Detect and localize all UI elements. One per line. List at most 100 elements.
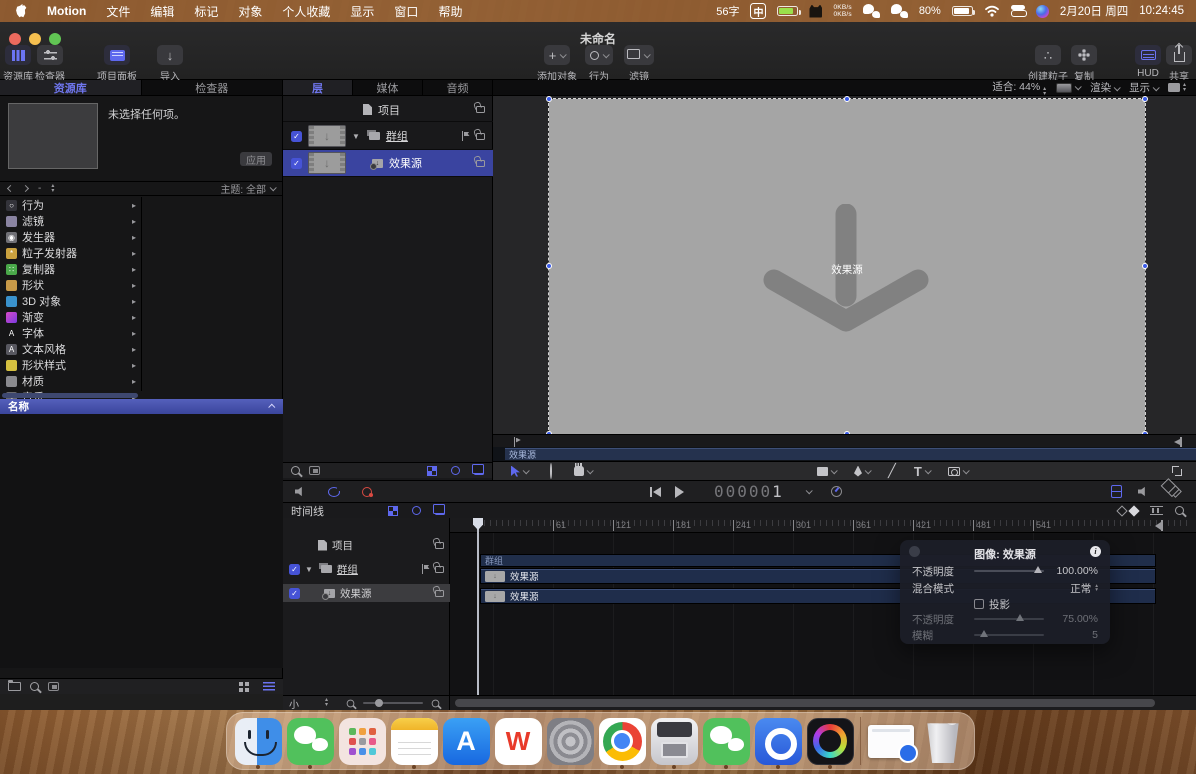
play-button[interactable] xyxy=(675,486,684,498)
library-toolbar-button[interactable]: 资源库 xyxy=(0,45,36,83)
selection-handle[interactable] xyxy=(1142,263,1148,269)
apple-menu-icon[interactable] xyxy=(14,4,27,19)
disclosure-triangle-icon[interactable]: ▼ xyxy=(352,132,360,141)
disclosure-right-icon[interactable]: ▸ xyxy=(132,201,136,210)
lock-icon[interactable] xyxy=(476,106,485,113)
minimize-window-button[interactable] xyxy=(29,33,41,45)
dock-app-store[interactable] xyxy=(440,712,492,770)
disclosure-right-icon[interactable]: ▸ xyxy=(132,361,136,370)
disclosure-right-icon[interactable]: ▸ xyxy=(132,345,136,354)
opacity-slider[interactable] xyxy=(974,570,1044,572)
selection-handle[interactable] xyxy=(546,431,552,434)
selection-handle[interactable] xyxy=(844,431,850,434)
fullscreen-icon[interactable] xyxy=(1172,466,1182,476)
channel-control[interactable]: ▴▾ xyxy=(1168,83,1186,93)
bezier-tool[interactable] xyxy=(854,466,870,477)
filters-button[interactable]: 滤镜 xyxy=(617,45,661,83)
menu-item-2[interactable]: 编辑 xyxy=(150,3,174,20)
record-icon[interactable] xyxy=(362,487,372,497)
timeline-zoom-icon[interactable] xyxy=(1175,506,1184,515)
show-keyframes-icon[interactable] xyxy=(1111,485,1122,498)
timeline-zoom-slider[interactable] xyxy=(363,702,423,704)
blend-mode-menu[interactable]: 正常 ▴▾ xyxy=(1070,581,1098,596)
menu-item-1[interactable]: 文件 xyxy=(106,3,130,20)
show-filters-icon[interactable] xyxy=(474,467,484,475)
disclosure-right-icon[interactable]: ▸ xyxy=(132,249,136,258)
lock-icon[interactable] xyxy=(435,542,444,549)
add-object-button[interactable]: + 添加对象 xyxy=(533,45,581,83)
theme-filter-menu[interactable]: 主题: 全部 xyxy=(220,181,275,196)
back-icon[interactable] xyxy=(7,185,14,192)
project-pane-toolbar-button[interactable]: 项目面板 xyxy=(94,45,140,83)
timeline-row-group[interactable]: ▼ 群组 xyxy=(283,560,450,578)
network-speed-status[interactable]: 0KB/s 0KB/s xyxy=(833,4,851,19)
zoom-window-button[interactable] xyxy=(49,33,61,45)
drop-shadow-checkbox[interactable] xyxy=(974,599,984,609)
go-to-start-button[interactable] xyxy=(650,487,661,497)
rectangle-tool[interactable] xyxy=(817,467,836,476)
show-behaviors-icon[interactable] xyxy=(451,466,460,475)
control-center-icon[interactable] xyxy=(1011,5,1025,17)
timeline-row-project[interactable]: 项目 xyxy=(283,536,450,554)
disclosure-right-icon[interactable]: ▸ xyxy=(132,297,136,306)
dock-wechat[interactable] xyxy=(284,712,336,770)
close-window-button[interactable] xyxy=(9,33,21,45)
selection-handle[interactable] xyxy=(546,96,552,102)
new-folder-icon[interactable] xyxy=(8,682,21,691)
flipbook-icon[interactable] xyxy=(1169,485,1182,498)
timeline-row-effect-source[interactable]: ↓ 效果源 xyxy=(283,584,450,602)
search-icon[interactable] xyxy=(291,466,300,475)
group-checkbox[interactable] xyxy=(291,131,302,142)
siri-icon[interactable] xyxy=(1036,5,1049,18)
flag-icon[interactable] xyxy=(421,564,430,574)
show-filters-icon[interactable] xyxy=(435,507,445,515)
battery-charging-icon[interactable] xyxy=(777,6,798,16)
chevron-down-icon[interactable] xyxy=(805,487,812,494)
canvas-mini-timeline[interactable]: 效果源 xyxy=(493,447,1196,461)
layer-row-effect-source[interactable]: ↓ ↓ 效果源 xyxy=(283,150,493,177)
mini-timeline-effect-bar[interactable]: 效果源 xyxy=(505,448,1196,460)
inspector-toolbar-button[interactable]: 检查器 xyxy=(32,45,68,83)
timeline-scrollbar[interactable] xyxy=(450,695,1196,710)
selection-handle[interactable] xyxy=(1142,96,1148,102)
search-icon[interactable] xyxy=(30,682,39,691)
menu-item-3[interactable]: 标记 xyxy=(194,3,218,20)
play-range-marker-icon[interactable] xyxy=(514,437,522,447)
slider-thumb[interactable] xyxy=(1016,614,1024,621)
tab-inspector[interactable]: 检查器 xyxy=(142,80,284,95)
menu-item-8[interactable]: 帮助 xyxy=(438,3,462,20)
disclosure-right-icon[interactable]: ▸ xyxy=(132,313,136,322)
selection-handle[interactable] xyxy=(1142,431,1148,434)
share-button[interactable]: 共享 xyxy=(1163,45,1195,83)
trim-icon[interactable] xyxy=(1150,506,1163,515)
effect-checkbox[interactable] xyxy=(289,588,300,599)
make-particles-button[interactable]: ∴ 创建粒子 xyxy=(1024,45,1072,83)
menu-item-7[interactable]: 窗口 xyxy=(394,3,418,20)
timeline-ruler[interactable]: 61121181241301361421481541 xyxy=(450,518,1196,533)
disclosure-triangle-icon[interactable]: ▼ xyxy=(305,565,313,574)
track-size-menu[interactable]: 小 xyxy=(289,696,299,711)
tab-audio[interactable]: 音频 xyxy=(423,80,493,95)
zoom-level-control[interactable]: 适合: 44% ▴▾ xyxy=(992,79,1046,97)
dock-finder[interactable] xyxy=(232,712,284,770)
project-end-marker-icon[interactable] xyxy=(1155,520,1163,531)
dock-system-settings[interactable] xyxy=(544,712,596,770)
selection-handle[interactable] xyxy=(546,263,552,269)
text-tool[interactable]: T xyxy=(914,464,930,479)
disclosure-right-icon[interactable]: ▸ xyxy=(132,377,136,386)
scrollbar-thumb[interactable] xyxy=(455,699,1155,707)
keyframe-filled-icon[interactable] xyxy=(1128,505,1139,516)
input-method-icon[interactable]: 中 xyxy=(750,3,766,19)
tab-layers[interactable]: 层 xyxy=(283,80,353,95)
layer-row-project[interactable]: 项目 xyxy=(283,98,493,122)
preview-toggle-icon[interactable] xyxy=(48,682,59,691)
lock-icon[interactable] xyxy=(476,160,485,167)
library-scrollbar[interactable] xyxy=(2,393,138,398)
disclosure-right-icon[interactable]: ▸ xyxy=(132,265,136,274)
canvas-stage[interactable]: 效果源 xyxy=(549,99,1145,434)
render-menu[interactable]: 渲染 xyxy=(1090,80,1119,95)
playhead[interactable] xyxy=(477,518,479,695)
dock-notes[interactable] xyxy=(388,712,440,770)
disclosure-right-icon[interactable]: ▸ xyxy=(132,233,136,242)
range-end-marker-icon[interactable] xyxy=(1174,437,1182,447)
